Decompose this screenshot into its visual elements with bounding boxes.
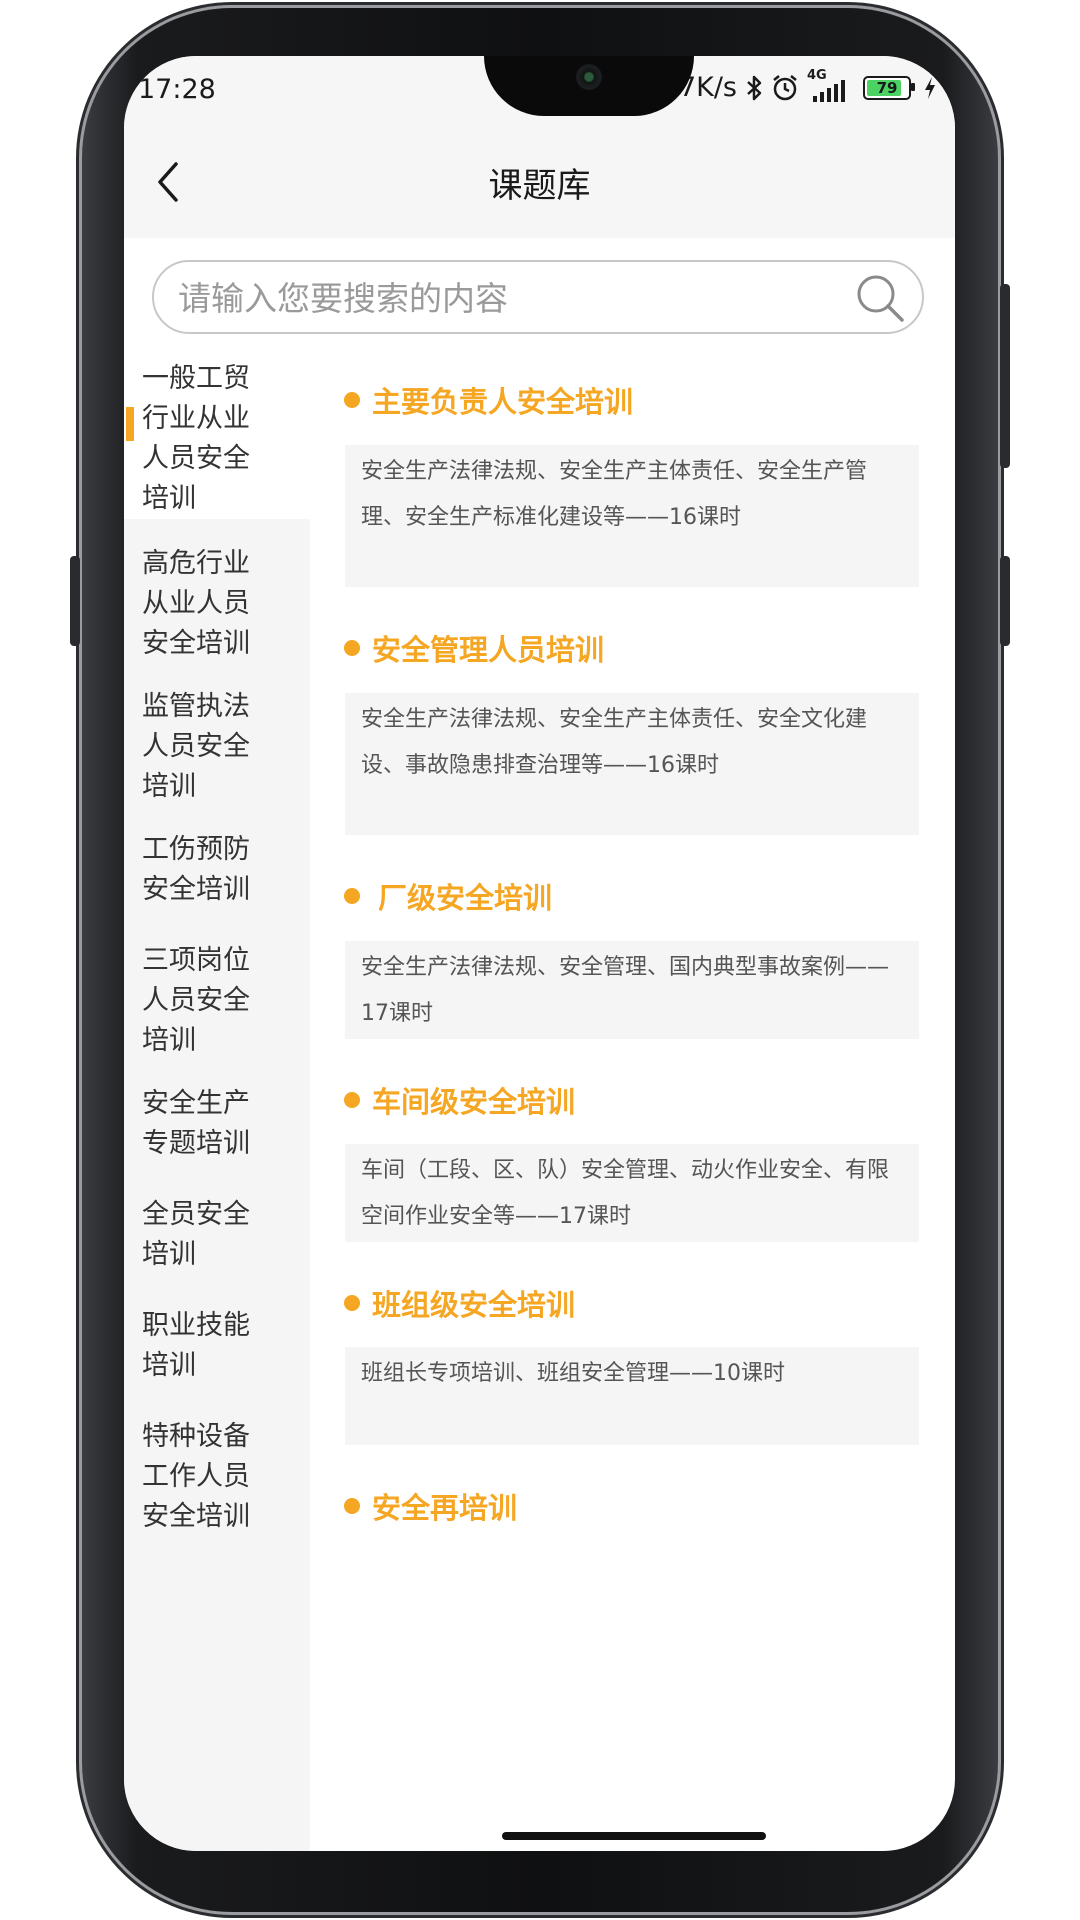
bullet-dot-icon	[344, 1498, 360, 1514]
course-description: 车间（工段、区、队）安全管理、动火作业安全、有限空间作业安全等——17课时	[345, 1144, 919, 1242]
sidebar-item-label: 职业技能 培训	[142, 1310, 250, 1381]
sidebar-item-label: 三项岗位 人员安全 培训	[142, 945, 250, 1056]
sidebar-item-three-posts[interactable]: 三项岗位 人员安全 培训	[124, 916, 310, 1059]
course-description: 安全生产法律法规、安全生产主体责任、安全生产管理、安全生产标准化建设等——16课…	[345, 445, 919, 587]
search-icon[interactable]	[852, 270, 908, 326]
sidebar-item-label: 高危行业 从业人员 安全培训	[142, 548, 250, 659]
sidebar-item-label: 特种设备 工作人员 安全培训	[142, 1421, 250, 1532]
signal-icon: 4G	[807, 68, 855, 102]
course-description: 班组长专项培训、班组安全管理——10课时	[345, 1347, 919, 1445]
bullet-dot-icon	[344, 392, 360, 408]
course-title[interactable]: 厂级安全培训	[344, 875, 552, 917]
bullet-dot-icon	[344, 640, 360, 656]
bullet-dot-icon	[344, 1092, 360, 1108]
course-title[interactable]: 安全管理人员培训	[344, 627, 604, 669]
course-title[interactable]: 主要负责人安全培训	[344, 379, 633, 421]
bluetooth-icon	[747, 75, 762, 100]
sidebar-item-all-staff[interactable]: 全员安全 培训	[124, 1170, 310, 1281]
course-title-text: 厂级安全培训	[378, 881, 553, 915]
page-title: 课题库	[488, 166, 591, 206]
sidebar-item-general-trade[interactable]: 一般工贸 行业从业 人员安全 培训	[124, 351, 310, 519]
course-title-text: 安全再培训	[372, 1491, 518, 1525]
nav-bar: 课题库	[124, 126, 955, 238]
bullet-dot-icon	[344, 888, 360, 904]
sidebar-item-label: 全员安全 培训	[142, 1199, 250, 1270]
power-button	[1000, 284, 1010, 468]
battery-level: 79	[876, 78, 898, 97]
course-title[interactable]: 车间级安全培训	[344, 1079, 575, 1121]
sidebar-item-high-risk[interactable]: 高危行业 从业人员 安全培训	[124, 519, 310, 662]
volume-button	[70, 556, 80, 646]
sidebar-item-vocational-skills[interactable]: 职业技能 培训	[124, 1281, 310, 1392]
course-description: 安全生产法律法规、安全生产主体责任、安全文化建设、事故隐患排查治理等——16课时	[345, 693, 919, 835]
course-title-text: 安全管理人员培训	[372, 633, 605, 667]
course-title[interactable]: 安全再培训	[344, 1485, 517, 1527]
sidebar-item-special-equipment[interactable]: 特种设备 工作人员 安全培训	[124, 1392, 310, 1535]
sidebar-item-special-topic[interactable]: 安全生产 专题培训	[124, 1059, 310, 1170]
course-title-text: 班组级安全培训	[372, 1288, 576, 1322]
screen: 17:28 62.7K/s 4G 79 课题库 请输入您要搜索的内容 一般工贸 …	[124, 56, 955, 1851]
sidebar-item-label: 工伤预防 安全培训	[142, 834, 250, 905]
bullet-dot-icon	[344, 1295, 360, 1311]
home-indicator[interactable]	[502, 1832, 766, 1840]
sidebar-item-injury-prevention[interactable]: 工伤预防 安全培训	[124, 805, 310, 916]
camera-notch	[484, 56, 694, 116]
status-time: 17:28	[138, 74, 216, 105]
course-title[interactable]: 班组级安全培训	[344, 1282, 575, 1324]
sidebar-item-label: 一般工贸 行业从业 人员安全 培训	[142, 363, 250, 514]
active-indicator	[126, 407, 134, 441]
course-title-text: 车间级安全培训	[372, 1085, 576, 1119]
charging-icon	[925, 76, 935, 99]
search-input[interactable]	[176, 270, 840, 326]
alarm-icon	[773, 74, 797, 100]
battery-icon: 79	[863, 75, 915, 100]
sidebar-item-label: 安全生产 专题培训	[142, 1088, 250, 1159]
side-button	[1000, 556, 1010, 646]
category-sidebar: 一般工贸 行业从业 人员安全 培训 高危行业 从业人员 安全培训 监管执法 人员…	[124, 351, 310, 1851]
sidebar-item-label: 监管执法 人员安全 培训	[142, 691, 250, 802]
search-bar[interactable]	[152, 260, 924, 334]
front-camera	[576, 64, 602, 90]
course-title-text: 主要负责人安全培训	[372, 385, 634, 419]
course-description: 安全生产法律法规、安全管理、国内典型事故案例——17课时	[345, 941, 919, 1039]
sidebar-item-regulatory[interactable]: 监管执法 人员安全 培训	[124, 662, 310, 805]
